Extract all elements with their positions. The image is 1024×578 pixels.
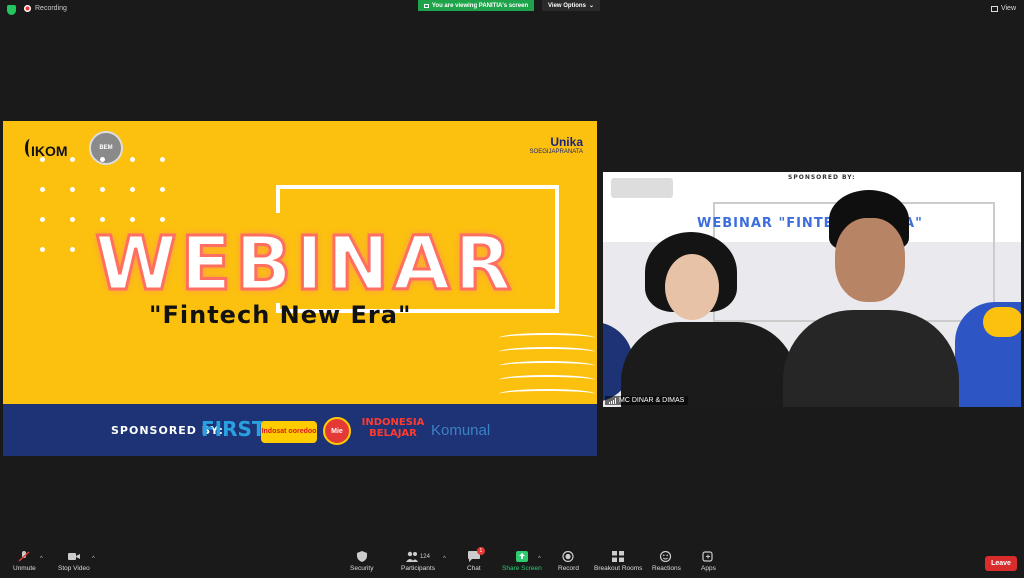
decor-waves <box>499 327 597 407</box>
share-screen-label: Share Screen <box>502 565 542 572</box>
participant-body <box>621 322 797 407</box>
signal-bars-icon <box>609 397 616 404</box>
breakout-rooms-label: Breakout Rooms <box>594 565 643 572</box>
view-button[interactable]: View <box>990 5 1016 12</box>
recording-label: Recording <box>35 5 67 12</box>
microphone-muted-icon <box>18 551 30 562</box>
participants-label: Participants <box>401 565 435 572</box>
camera-ikom-logo <box>611 178 673 198</box>
sponsor-komunal-logo: Komunal <box>431 422 491 439</box>
slide-subtitle: "Fintech New Era" <box>149 301 412 329</box>
chevron-down-icon: ⌄ <box>588 3 594 9</box>
unika-logo: Unika SOEGIJAPRANATA <box>530 135 583 155</box>
apps-button[interactable]: Apps <box>701 551 716 572</box>
breakout-rooms-button[interactable]: Breakout Rooms <box>594 551 642 572</box>
apps-icon <box>702 551 714 562</box>
security-button[interactable]: Security <box>350 551 373 572</box>
share-caret-icon[interactable]: ^ <box>538 556 541 562</box>
reactions-button[interactable]: Reactions <box>652 551 681 572</box>
video-camera-icon <box>67 553 80 560</box>
sponsor-mie-logo: Mie <box>323 417 351 445</box>
participants-count: 124 <box>419 553 430 560</box>
leave-button[interactable]: Leave <box>985 556 1017 571</box>
view-label: View <box>1000 5 1016 12</box>
decor-yellow-shape <box>983 307 1021 337</box>
participant2-face <box>835 218 905 302</box>
slide-title: WEBINAR <box>93 220 516 309</box>
participants-caret-icon[interactable]: ^ <box>443 556 446 562</box>
view-options-button[interactable]: View Options ⌄ <box>542 0 600 11</box>
smiley-plus-icon <box>660 551 672 562</box>
camera-unika-logo <box>971 180 1011 196</box>
sponsor-first-logo: FIRST <box>201 417 266 441</box>
stop-video-label: Stop Video <box>58 565 90 572</box>
screen-icon <box>423 3 429 8</box>
participant-video-tile[interactable]: SPONSORED BY: WEBINAR "FINTEC RA" MC DIN… <box>603 172 1021 407</box>
record-dot-icon <box>24 5 31 12</box>
breakout-rooms-icon <box>612 551 625 562</box>
unika-subtext: SOEGIJAPRANATA <box>529 149 583 155</box>
participant-name-tag: MC DINAR & DIMAS <box>605 396 689 405</box>
participants-button[interactable]: 124 Participants <box>401 551 435 572</box>
reactions-label: Reactions <box>652 565 681 572</box>
shield-icon <box>356 551 367 562</box>
security-shield-icon[interactable] <box>7 5 16 15</box>
sponsor-indonesia-belajar-logo: INDONESIA BELAJAR <box>361 417 425 439</box>
camera-webinar-title: WEBINAR "FINTEC <box>697 216 845 231</box>
unmute-button[interactable]: Unmute <box>13 551 36 572</box>
viewing-screen-banner: You are viewing PANITIA's screen <box>418 0 534 11</box>
participant-face <box>665 254 719 320</box>
grid-view-icon <box>990 5 998 12</box>
chat-unread-badge: 1 <box>476 547 485 555</box>
chat-label: Chat <box>467 565 481 572</box>
view-options-label: View Options <box>548 2 586 9</box>
video-caret-icon[interactable]: ^ <box>92 556 95 562</box>
chat-button[interactable]: 1 Chat <box>467 547 485 572</box>
share-screen-icon <box>515 551 528 562</box>
top-bar: Recording You are viewing PANITIA's scre… <box>0 0 1024 20</box>
participant-name: MC DINAR & DIMAS <box>619 397 685 404</box>
stop-video-button[interactable]: Stop Video <box>58 551 90 572</box>
bottom-toolbar: Unmute ^ Stop Video ^ Security 124 Parti… <box>0 547 1024 578</box>
recording-indicator[interactable]: Recording <box>24 5 67 12</box>
apps-label: Apps <box>701 565 716 572</box>
participants-icon <box>405 551 418 562</box>
unmute-label: Unmute <box>13 565 36 572</box>
participant2-body <box>783 310 959 407</box>
record-icon <box>562 551 575 562</box>
unmute-caret-icon[interactable]: ^ <box>40 556 43 562</box>
security-label: Security <box>350 565 374 572</box>
viewing-text: You are viewing PANITIA's screen <box>431 2 529 9</box>
record-button[interactable]: Record <box>558 551 579 572</box>
bem-badge-text: BEM <box>99 145 113 151</box>
unika-text: Unika <box>550 135 583 149</box>
shared-screen: IKOM BEM Unika SOEGIJAPRANATA WEBINAR "F… <box>3 121 597 456</box>
camera-sponsored-by: SPONSORED BY: <box>788 174 856 181</box>
share-screen-button[interactable]: Share Screen <box>502 551 542 572</box>
sponsor-indosat-logo: Indosat ooredoo <box>261 421 317 443</box>
record-label: Record <box>558 565 579 572</box>
